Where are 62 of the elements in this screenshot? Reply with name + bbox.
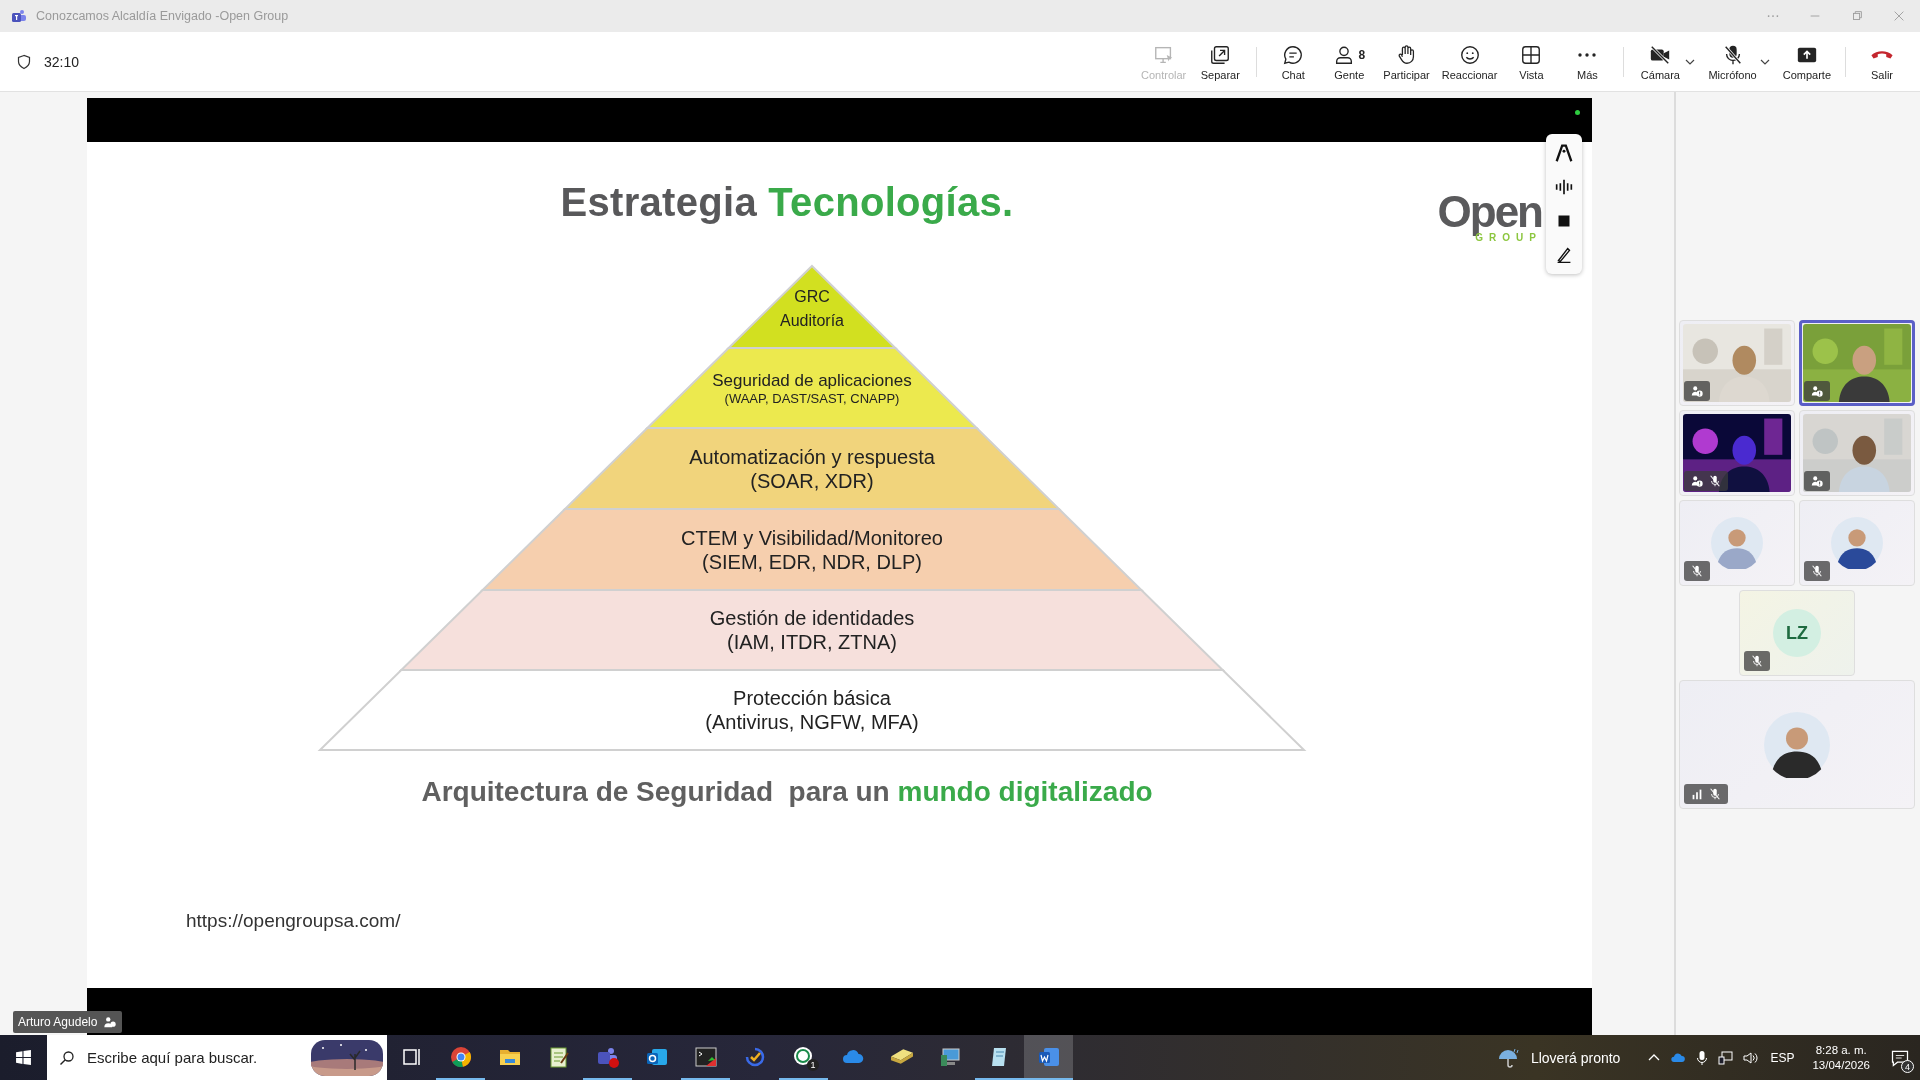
layer-label: (IAM, ITDR, ZTNA) — [727, 631, 897, 653]
search-field[interactable]: Escribe aquí para buscar. — [85, 1048, 301, 1067]
search-icon — [59, 1049, 75, 1066]
status-dot — [1575, 110, 1580, 115]
speaker-icon[interactable] — [1742, 1049, 1759, 1066]
weather-text[interactable]: Lloverá pronto — [1530, 1049, 1621, 1066]
teams-icon — [11, 8, 27, 24]
layer-label: (SOAR, XDR) — [750, 469, 874, 492]
layer-label: Seguridad de aplicaciones — [712, 371, 912, 390]
layer-label: Protección básica — [733, 687, 891, 709]
toolbar-button[interactable]: Vista — [1503, 38, 1560, 85]
leave-button[interactable]: Salir — [1854, 38, 1910, 85]
toolbar-button[interactable]: Más — [1559, 38, 1616, 85]
participant-tile[interactable] — [1679, 680, 1915, 809]
toolbar-button[interactable]: Cámara — [1632, 38, 1689, 85]
logo-name: Open — [1437, 190, 1542, 234]
search-bar[interactable]: Escribe aquí para buscar. — [47, 1035, 387, 1080]
hang-up-icon — [1871, 50, 1893, 59]
camera-off-icon — [1649, 43, 1672, 66]
clock-date[interactable]: 13/04/2026 — [1812, 1059, 1870, 1071]
participant-tile[interactable]: LZ — [1739, 590, 1855, 676]
toolbar-button[interactable]: Reaccionar — [1435, 38, 1504, 85]
layer-label: Auditoría — [780, 312, 844, 329]
toolbar-button[interactable]: Participar — [1377, 38, 1436, 85]
chat-icon — [1282, 43, 1305, 66]
participant-tile[interactable] — [1799, 500, 1915, 586]
smiley-icon — [1458, 43, 1481, 66]
shield-icon — [16, 53, 32, 70]
network-icon[interactable] — [1718, 1049, 1735, 1066]
toolbar-button[interactable]: Comparte — [1776, 38, 1837, 85]
layer-label: (WAAP, DAST/SAST, CNAPP) — [724, 391, 900, 406]
layer-label: (SIEM, EDR, NDR, DLP) — [702, 550, 922, 573]
slide-title: Estrategia Tecnologías. — [560, 179, 1014, 225]
layer-label: CTEM y Visibilidad/Monitoreo — [681, 526, 943, 549]
people-icon — [103, 1015, 118, 1029]
app-badge: 1 — [807, 1059, 819, 1071]
initials-avatar: LZ — [1773, 609, 1821, 657]
slide-subtitle: Arquitectura de Seguridad para un mundo digitalizado — [421, 776, 1154, 808]
grid-icon — [1520, 43, 1543, 66]
layer-label: GRC — [794, 288, 830, 305]
toolbar-button[interactable]: Micrófono — [1702, 38, 1763, 85]
toolbar-button[interactable]: Chat — [1265, 38, 1322, 85]
paper-stack-icon — [890, 1049, 913, 1064]
website-link[interactable]: https://opengroupsa.com/ — [186, 910, 401, 932]
taskbar-app[interactable]: 1 — [779, 1035, 828, 1080]
toolbar-button[interactable]: Separar — [1192, 38, 1249, 85]
popout-icon — [1209, 43, 1232, 66]
toolbar-button[interactable]: 8 Gente — [1321, 38, 1378, 85]
browser-icon — [448, 1044, 473, 1069]
window-title: Conozcamos Alcaldía Envigado -Open Group — [36, 9, 289, 23]
arch-icon[interactable] — [1553, 142, 1575, 164]
layer-label: Automatización y respuesta — [689, 445, 935, 468]
input-language[interactable]: ESP — [1770, 1050, 1795, 1065]
terminal-icon — [693, 1044, 718, 1069]
meeting-timer: 32:10 — [44, 53, 80, 70]
more-icon — [1578, 52, 1597, 57]
notification-count: 4 — [1901, 1060, 1914, 1073]
participant-tile[interactable] — [1679, 500, 1795, 586]
presenter-name: Arturo Agudelo — [18, 1015, 98, 1029]
clock-time[interactable]: 8:28 a. m. — [1815, 1044, 1867, 1056]
layer-label: Gestión de identidades — [709, 607, 915, 629]
layer-label: (Antivirus, NGFW, MFA) — [705, 711, 919, 733]
